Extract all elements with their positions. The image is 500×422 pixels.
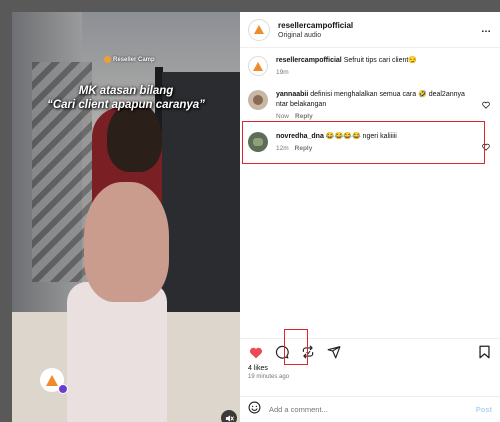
comments-list: resellercampofficial Sefruit tips cari c… [240,48,500,338]
overlay-line-2: “Cari client apapun caranya” [47,99,205,111]
author-avatar[interactable] [248,18,270,41]
add-comment-input[interactable] [269,405,476,414]
post-time: 19 minutes ago [248,374,290,380]
emoji-icon[interactable] [248,401,261,419]
comment-avatar[interactable] [248,56,268,76]
comment-time: 19m [276,69,289,76]
comment-item: yannaabii definisi menghalalkan semua ca… [248,90,492,120]
comment-username[interactable]: yannaabii [276,91,308,98]
comment-time: Now [276,113,290,120]
comment-item: resellercampofficial Sefruit tips cari c… [248,56,492,76]
overlay-line-1: MK atasan bilang [78,85,174,97]
audio-label[interactable]: Original audio [278,32,481,39]
repost-highlight-box [284,329,308,365]
video-watermark: Reseller Camp [104,56,155,63]
reply-button[interactable]: Reply [295,113,313,120]
post-video[interactable]: Reseller Camp MK atasan bilang “Cari cli… [12,12,240,422]
likes-count[interactable]: 4 likes [248,365,492,372]
post-comment-button[interactable]: Post [476,405,492,414]
video-caption-overlay: MK atasan bilang “Cari client apapun car… [12,84,240,112]
comment-avatar[interactable] [248,90,268,110]
post-sidebar: resellercampofficial Original audio … re… [240,12,500,422]
post-dialog: Reseller Camp MK atasan bilang “Cari cli… [12,12,500,422]
like-icon[interactable] [248,344,264,360]
post-actions: 4 likes 19 minutes ago [240,329,500,396]
profile-badge-icon [58,384,68,394]
post-header: resellercampofficial Original audio … [240,12,500,48]
comment-text: Sefruit tips cari client😏 [343,57,418,64]
add-comment-bar: Post [240,396,500,422]
comment-username[interactable]: resellercampofficial [276,57,342,64]
like-comment-icon[interactable] [482,96,490,114]
bookmark-icon[interactable] [476,344,492,360]
share-icon[interactable] [326,344,342,360]
comment-highlight-box [242,121,485,164]
mute-icon[interactable] [221,410,237,422]
author-username[interactable]: resellercampofficial [278,21,481,30]
more-options-icon[interactable]: … [481,24,492,35]
